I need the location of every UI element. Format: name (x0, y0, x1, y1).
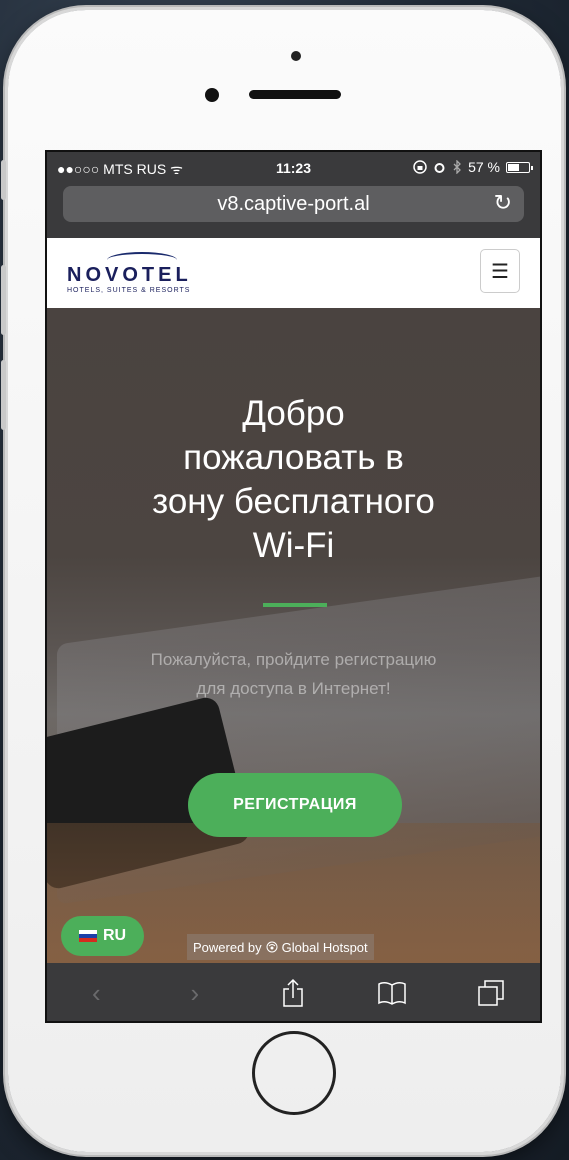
tabs-icon (477, 980, 504, 1006)
proximity-sensor (291, 51, 301, 61)
global-hotspot-logo-icon (266, 941, 278, 953)
status-right: 57 % (413, 159, 533, 175)
battery-percent: 57 % (468, 159, 500, 175)
mute-switch (1, 160, 6, 200)
novotel-logo[interactable]: NOVOTEL HOTELS, SUITES & RESORTS (67, 252, 192, 294)
hamburger-icon: ☰ (491, 260, 509, 283)
bluetooth-icon (453, 160, 461, 174)
hero-title-line: Wi-Fi (252, 526, 335, 565)
bookmarks-icon (378, 981, 406, 1005)
hero-subtitle-line: Пожалуйста, пройдите регистрацию (150, 650, 437, 669)
tabs-button[interactable] (471, 973, 511, 1013)
status-bar: ●●○○○ MTS RUS ᯤ 11:23 57 % (47, 152, 540, 182)
hero-subtitle-line: для доступа в Интернет! (196, 679, 391, 698)
battery-tip (531, 165, 533, 170)
battery-icon (506, 161, 533, 173)
back-arrow-icon: ‹ (91, 977, 101, 1008)
browser-address-area: v8.captive-port.al ↻ (47, 182, 540, 238)
hamburger-menu-button[interactable]: ☰ (480, 249, 520, 293)
share-icon (283, 978, 304, 1007)
hero-title: Добро пожаловать в зону бесплатного Wi-F… (47, 392, 540, 568)
language-label: RU (102, 927, 127, 944)
alarm-icon (434, 163, 445, 173)
url-text: v8.captive-port.al (217, 192, 370, 215)
address-bar[interactable]: v8.captive-port.al ↻ (63, 186, 524, 222)
title-divider (263, 603, 327, 607)
logo-tagline: HOTELS, SUITES & RESORTS (67, 287, 191, 294)
powered-by-brand: Global Hotspot (281, 939, 368, 955)
site-header: NOVOTEL HOTELS, SUITES & RESORTS ☰ (47, 238, 540, 308)
bookmarks-button[interactable] (372, 973, 412, 1013)
russian-flag-icon (78, 930, 97, 942)
earpiece-speaker (249, 90, 341, 99)
register-button[interactable]: РЕГИСТРАЦИЯ (188, 773, 402, 837)
hero-title-line: Добро (242, 394, 345, 433)
volume-up-button (1, 265, 6, 335)
forward-button[interactable]: › (175, 973, 215, 1013)
home-button[interactable] (252, 1031, 336, 1115)
share-button[interactable] (273, 973, 313, 1013)
hero-subtitle: Пожалуйста, пройдите регистрацию для дос… (47, 645, 540, 703)
front-camera (205, 88, 219, 102)
rotation-lock-icon (413, 160, 427, 174)
forward-arrow-icon: › (190, 977, 200, 1008)
hero-title-line: пожаловать в (183, 438, 404, 477)
language-button[interactable]: RU (61, 916, 144, 956)
volume-down-button (1, 360, 6, 430)
back-button[interactable]: ‹ (76, 973, 116, 1013)
browser-toolbar: ‹ › (47, 963, 540, 1021)
phone-screen: ●●○○○ MTS RUS ᯤ 11:23 57 % v8.captive-po… (45, 150, 542, 1023)
logo-wordmark: NOVOTEL (67, 264, 192, 286)
powered-by-prefix: Powered by (193, 939, 262, 955)
reload-icon[interactable]: ↻ (494, 190, 512, 216)
powered-by-link[interactable]: Powered by Global Hotspot (187, 934, 374, 960)
battery-fill (508, 163, 520, 171)
hero-title-line: зону бесплатного (152, 482, 435, 521)
hero-section: Добро пожаловать в зону бесплатного Wi-F… (47, 308, 540, 963)
